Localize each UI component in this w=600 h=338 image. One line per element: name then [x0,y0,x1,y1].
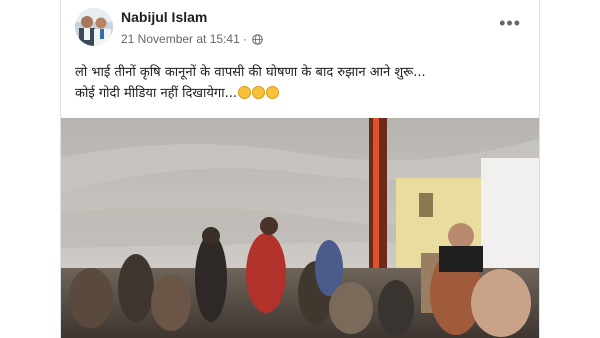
laughing-emoji [237,86,251,99]
more-options-icon[interactable]: ••• [499,14,521,32]
post-text-line-1: लो भाई तीनों कृषि कानूनों के वापसी की घो… [75,65,426,80]
author-name[interactable]: Nabijul Islam [121,9,207,25]
rolling-on-floor-laughing-emoji [251,86,265,99]
video-frame [61,118,539,338]
author-avatar[interactable] [75,8,113,46]
globe-icon[interactable] [251,33,263,45]
laughing-emoji [265,86,279,99]
post-text: लो भाई तीनों कृषि कानूनों के वापसी की घो… [75,62,525,104]
post-timestamp[interactable]: 21 November at 15:41 [121,32,240,46]
post-video[interactable] [61,118,539,338]
post-header: Nabijul Islam 21 November at 15:41 · ••• [61,0,539,58]
post-text-line-2: कोई गोदी मीडिया नहीं दिखायेगा... [75,86,237,101]
post-meta: 21 November at 15:41 · [121,32,263,46]
post-text-line-2-wrap: कोई गोदी मीडिया नहीं दिखायेगा... [75,83,525,104]
facebook-post-card: Nabijul Islam 21 November at 15:41 · •••… [60,0,540,338]
meta-separator: · [242,32,247,46]
